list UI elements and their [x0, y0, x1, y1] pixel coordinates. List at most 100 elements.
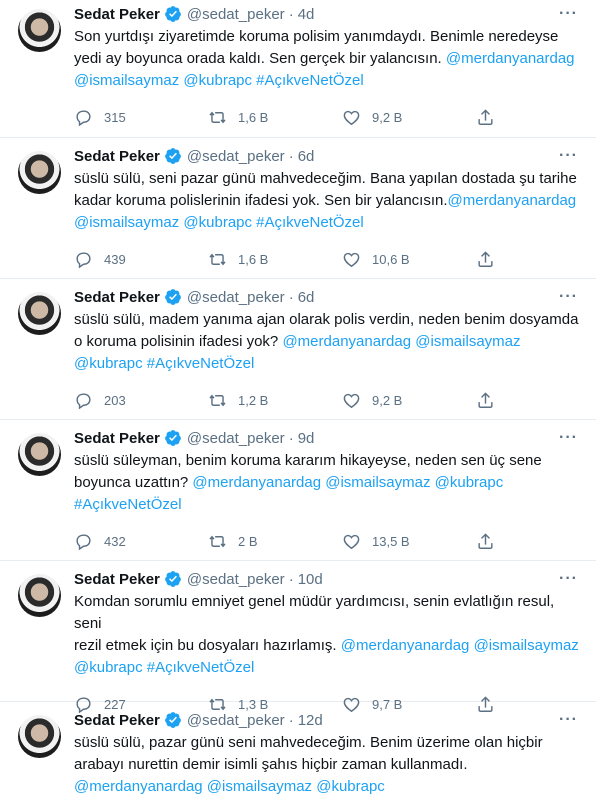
author-name[interactable]: Sedat Peker	[74, 571, 160, 588]
retweet-icon	[209, 394, 226, 406]
timestamp[interactable]: 10d	[298, 571, 323, 588]
retweet-button[interactable]: 2 B	[208, 532, 342, 551]
like-count: 9,2 B	[372, 392, 403, 408]
retweet-button[interactable]: 1,2 B	[208, 391, 342, 410]
retweet-icon	[209, 111, 226, 123]
retweet-count: 1,6 B	[238, 109, 269, 125]
author-handle[interactable]: @sedat_peker	[187, 6, 285, 23]
author-handle[interactable]: @sedat_peker	[187, 148, 285, 165]
tweet[interactable]: Sedat Peker @sedat_peker · 12d ··· süslü…	[0, 702, 596, 803]
tweet-text: süslü sülü, seni pazar günü mahvedeceğim…	[74, 168, 580, 234]
reply-button[interactable]: 315	[74, 108, 208, 127]
more-options-icon[interactable]: ···	[559, 570, 578, 588]
reply-icon	[76, 251, 91, 268]
more-options-icon[interactable]: ···	[559, 5, 578, 23]
verified-badge-icon	[164, 711, 182, 729]
separator-dot: ·	[288, 288, 294, 306]
separator-dot: ·	[288, 147, 294, 165]
verified-badge-icon	[164, 5, 182, 23]
tweet-header: Sedat Peker @sedat_peker · 6d ···	[74, 286, 580, 308]
tweet-header: Sedat Peker @sedat_peker · 9d ···	[74, 427, 580, 449]
reply-button[interactable]: 203	[74, 391, 208, 410]
author-name[interactable]: Sedat Peker	[74, 712, 160, 729]
action-bar: 439 1,6 B 10,6 B	[74, 240, 580, 278]
retweet-count: 1,2 B	[238, 392, 269, 408]
avatar[interactable]	[18, 9, 61, 52]
tweet[interactable]: Sedat Peker @sedat_peker · 6d ··· süslü …	[0, 279, 596, 420]
timestamp[interactable]: 9d	[298, 430, 315, 447]
tweet[interactable]: Sedat Peker @sedat_peker · 6d ··· süslü …	[0, 138, 596, 279]
timestamp[interactable]: 12d	[298, 712, 323, 729]
author-handle[interactable]: @sedat_peker	[187, 289, 285, 306]
more-options-icon[interactable]: ···	[559, 711, 578, 729]
share-button[interactable]	[476, 250, 495, 269]
separator-dot: ·	[288, 5, 294, 23]
like-count: 10,6 B	[372, 251, 410, 267]
share-button[interactable]	[476, 532, 495, 551]
reply-button[interactable]: 439	[74, 250, 208, 269]
tweet-text: süslü sülü, pazar günü seni mahvedeceğim…	[74, 732, 580, 798]
tweet-text: Komdan sorumlu emniyet genel müdür yardı…	[74, 591, 580, 679]
heart-icon	[343, 534, 360, 549]
author-name[interactable]: Sedat Peker	[74, 148, 160, 165]
avatar[interactable]	[18, 433, 61, 476]
timestamp[interactable]: 4d	[298, 6, 315, 23]
separator-dot: ·	[288, 570, 294, 588]
reply-icon	[76, 109, 91, 126]
author-name[interactable]: Sedat Peker	[74, 6, 160, 23]
verified-badge-icon	[164, 570, 182, 588]
share-icon	[478, 391, 493, 408]
verified-badge-icon	[164, 429, 182, 447]
tweet[interactable]: Sedat Peker @sedat_peker · 9d ··· süslü …	[0, 420, 596, 561]
tweet[interactable]: Sedat Peker @sedat_peker · 10d ··· Komda…	[0, 561, 596, 713]
share-icon	[478, 108, 493, 125]
share-button[interactable]	[476, 108, 495, 127]
like-button[interactable]: 10,6 B	[342, 250, 476, 269]
like-button[interactable]: 13,5 B	[342, 532, 476, 551]
avatar[interactable]	[18, 151, 61, 194]
retweet-button[interactable]: 1,6 B	[208, 108, 342, 127]
avatar[interactable]	[18, 574, 61, 617]
retweet-count: 1,6 B	[238, 251, 269, 267]
author-handle[interactable]: @sedat_peker	[187, 430, 285, 447]
verified-badge-icon	[164, 147, 182, 165]
like-button[interactable]: 9,2 B	[342, 108, 476, 127]
reply-button[interactable]: 432	[74, 532, 208, 551]
author-handle[interactable]: @sedat_peker	[187, 712, 285, 729]
tweet-text: Son yurtdışı ziyaretimde koruma polisim …	[74, 26, 580, 92]
action-bar: 432 2 B 13,5 B	[74, 522, 580, 560]
retweet-icon	[209, 535, 226, 547]
retweet-count: 2 B	[238, 533, 258, 549]
tweet-header: Sedat Peker @sedat_peker · 4d ···	[74, 3, 580, 25]
author-name[interactable]: Sedat Peker	[74, 430, 160, 447]
reply-count: 432	[104, 533, 126, 549]
tweet[interactable]: Sedat Peker @sedat_peker · 4d ··· Son yu…	[0, 0, 596, 138]
separator-dot: ·	[288, 711, 294, 729]
more-options-icon[interactable]: ···	[559, 429, 578, 447]
tweet-header: Sedat Peker @sedat_peker · 12d ···	[74, 709, 580, 731]
share-button[interactable]	[476, 391, 495, 410]
reply-count: 439	[104, 251, 126, 267]
share-icon	[478, 532, 493, 549]
reply-icon	[76, 533, 91, 550]
author-handle[interactable]: @sedat_peker	[187, 571, 285, 588]
like-count: 9,2 B	[372, 109, 403, 125]
separator-dot: ·	[288, 429, 294, 447]
avatar[interactable]	[18, 292, 61, 335]
tweet-text: süslü süleyman, benim koruma kararım hik…	[74, 450, 580, 516]
more-options-icon[interactable]: ···	[559, 288, 578, 306]
timestamp[interactable]: 6d	[298, 289, 315, 306]
reply-icon	[76, 392, 91, 409]
like-button[interactable]: 9,2 B	[342, 391, 476, 410]
verified-badge-icon	[164, 288, 182, 306]
tweet-body: süslü sülü, pazar günü seni mahvedeceğim…	[74, 734, 543, 773]
avatar[interactable]	[18, 715, 61, 758]
more-options-icon[interactable]: ···	[559, 147, 578, 165]
reply-count: 315	[104, 109, 126, 125]
like-count: 13,5 B	[372, 533, 410, 549]
retweet-button[interactable]: 1,6 B	[208, 250, 342, 269]
timestamp[interactable]: 6d	[298, 148, 315, 165]
tweet-header: Sedat Peker @sedat_peker · 6d ···	[74, 145, 580, 167]
tweet-mentions[interactable]: @merdanyanardag @ismailsaymaz @kubrapc	[74, 778, 385, 795]
author-name[interactable]: Sedat Peker	[74, 289, 160, 306]
